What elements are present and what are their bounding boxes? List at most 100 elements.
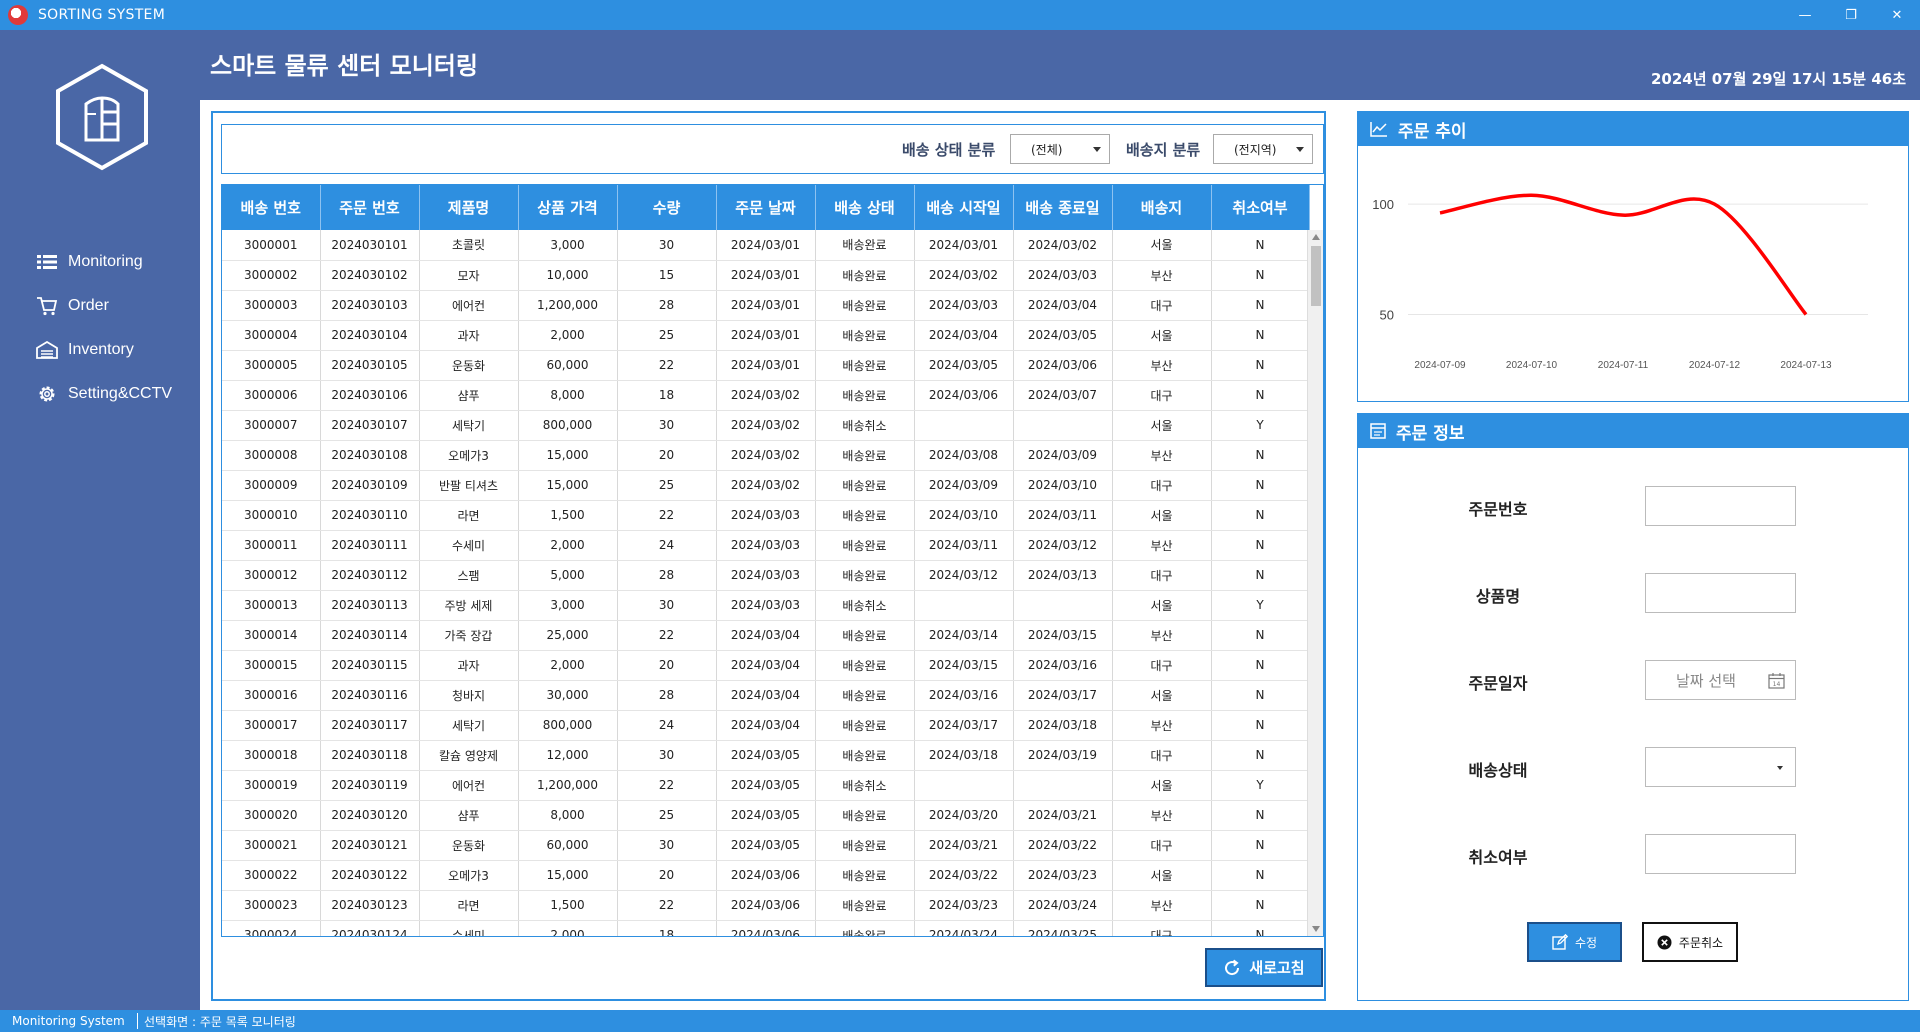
order-info-panel: 주문 정보 주문번호 상품명 주문일자 날짜 선택 14 배송상태 취소여부 — [1357, 413, 1909, 1001]
column-header[interactable]: 배송 상태 — [815, 185, 915, 230]
table-scrollbar[interactable] — [1307, 230, 1323, 936]
region-filter-select[interactable]: (전지역) — [1213, 134, 1313, 164]
table-cell: 2,000 — [518, 920, 618, 936]
table-cell: 2024030118 — [320, 740, 420, 771]
sidebar-item-order[interactable]: Order — [36, 284, 172, 328]
table-cell: 1,200,000 — [518, 290, 618, 321]
table-cell: 2024030110 — [320, 500, 420, 531]
table-cell: 2024/03/05 — [1013, 320, 1113, 351]
column-header[interactable]: 배송 종료일 — [1013, 185, 1113, 230]
column-header[interactable]: 배송 번호 — [222, 185, 321, 230]
table-row[interactable]: 3000024 2024030124 수세미 2,000 18 2024/03/06 배송완… — [222, 920, 1310, 936]
table-row[interactable]: 3000001 2024030101 초콜릿 3,000 30 2024/03/01 배송완… — [222, 230, 1310, 261]
status-label: 배송상태 — [1468, 761, 1528, 780]
column-header[interactable]: 수량 — [617, 185, 717, 230]
order-date-picker[interactable]: 날짜 선택 14 — [1645, 660, 1796, 700]
table-row[interactable]: 3000012 2024030112 스팸 5,000 28 2024/03/03 배송완료… — [222, 560, 1310, 591]
table-cell: 샴푸 — [419, 800, 519, 831]
table-cell: N — [1211, 260, 1310, 291]
table-cell: 20 — [617, 440, 717, 471]
table-cell: 반팔 티셔츠 — [419, 470, 519, 501]
table-cell: 2024/03/18 — [1013, 710, 1113, 741]
table-cell: 2024/03/19 — [1013, 740, 1113, 771]
refresh-button[interactable]: 새로고침 — [1205, 948, 1323, 987]
table-row[interactable]: 3000016 2024030116 청바지 30,000 28 2024/03/04 배송… — [222, 680, 1310, 711]
table-cell: 2024/03/06 — [914, 380, 1014, 411]
cancel-input[interactable] — [1645, 834, 1796, 874]
table-row[interactable]: 3000003 2024030103 에어컨 1,200,000 28 2024/03/0… — [222, 290, 1310, 321]
cancel-order-button[interactable]: 주문취소 — [1642, 922, 1738, 962]
table-cell: 2024030121 — [320, 830, 420, 861]
table-cell: 배송완료 — [815, 710, 915, 741]
column-header[interactable]: 제품명 — [419, 185, 519, 230]
table-cell: 2024/03/03 — [914, 290, 1014, 321]
table-cell: 2024/03/23 — [1013, 860, 1113, 891]
column-header[interactable]: 주문 날짜 — [716, 185, 816, 230]
table-row[interactable]: 3000021 2024030121 운동화 60,000 30 2024/03/05 배송… — [222, 830, 1310, 861]
scroll-up-icon[interactable] — [1312, 234, 1320, 240]
table-row[interactable]: 3000023 2024030123 라면 1,500 22 2024/03/06 배송완료… — [222, 890, 1310, 921]
table-row[interactable]: 3000005 2024030105 운동화 60,000 22 2024/03/01 배송… — [222, 350, 1310, 381]
column-header[interactable]: 배송지 — [1112, 185, 1212, 230]
sidebar-item-monitoring[interactable]: Monitoring — [36, 240, 172, 284]
table-row[interactable]: 3000007 2024030107 세탁기 800,000 30 2024/03/02 배… — [222, 410, 1310, 441]
table-cell: 2024/03/06 — [716, 860, 816, 891]
order-no-input[interactable] — [1645, 486, 1796, 526]
table-cell: 60,000 — [518, 350, 618, 381]
status-filter-select[interactable]: (전체) — [1010, 134, 1110, 164]
table-row[interactable]: 3000014 2024030114 가죽 장갑 25,000 22 2024/03/04… — [222, 620, 1310, 651]
table-row[interactable]: 3000008 2024030108 오메가3 15,000 20 2024/03/02 배… — [222, 440, 1310, 471]
column-header[interactable]: 취소여부 — [1211, 185, 1310, 230]
table-cell: 서울 — [1112, 410, 1212, 441]
table-cell: 2024030103 — [320, 290, 420, 321]
table-cell: 800,000 — [518, 410, 618, 441]
table-row[interactable]: 3000006 2024030106 샴푸 8,000 18 2024/03/02 배송완료… — [222, 380, 1310, 411]
table-row[interactable]: 3000002 2024030102 모자 10,000 15 2024/03/01 배송완… — [222, 260, 1310, 291]
table-cell: 20 — [617, 650, 717, 681]
column-header[interactable]: 상품 가격 — [518, 185, 618, 230]
scroll-thumb[interactable] — [1311, 246, 1321, 306]
table-cell: 3000016 — [222, 680, 321, 711]
order-trend-header: 주문 추이 — [1358, 112, 1908, 146]
order-table: 배송 번호 주문 번호 제품명 상품 가격 수량 주문 날짜 배송 상태 배송 시작일 배송 종… — [221, 184, 1324, 937]
sidebar-item-inventory[interactable]: Inventory — [36, 328, 172, 372]
table-cell: N — [1211, 740, 1310, 771]
table-cell — [914, 590, 1014, 621]
table-cell: 2024/03/18 — [914, 740, 1014, 771]
sidebar-item-setting-cctv[interactable]: Setting&CCTV — [36, 372, 172, 416]
table-row[interactable]: 3000018 2024030118 칼슘 영양제 12,000 30 2024/03/0… — [222, 740, 1310, 771]
table-row[interactable]: 3000015 2024030115 과자 2,000 20 2024/03/04 배송완료… — [222, 650, 1310, 681]
product-input[interactable] — [1645, 573, 1796, 613]
edit-button[interactable]: 수정 — [1527, 922, 1622, 962]
minimize-button[interactable]: — — [1782, 0, 1828, 30]
status-filter-value: (전체) — [1031, 142, 1063, 157]
date-placeholder: 날짜 선택 — [1676, 671, 1736, 690]
table-row[interactable]: 3000011 2024030111 수세미 2,000 24 2024/03/03 배송완… — [222, 530, 1310, 561]
table-cell: 2024030117 — [320, 710, 420, 741]
table-cell: 배송완료 — [815, 230, 915, 261]
cancel-label: 취소여부 — [1468, 848, 1528, 867]
close-button[interactable]: ✕ — [1874, 0, 1920, 30]
table-row[interactable]: 3000020 2024030120 샴푸 8,000 25 2024/03/05 배송완료… — [222, 800, 1310, 831]
table-cell: 8,000 — [518, 380, 618, 411]
table-row[interactable]: 3000022 2024030122 오메가3 15,000 20 2024/03/06 배… — [222, 860, 1310, 891]
status-divider — [137, 1013, 138, 1029]
table-row[interactable]: 3000017 2024030117 세탁기 800,000 24 2024/03/04 배… — [222, 710, 1310, 741]
scroll-down-icon[interactable] — [1312, 926, 1320, 932]
table-row[interactable]: 3000013 2024030113 주방 세제 3,000 30 2024/03/03 배… — [222, 590, 1310, 621]
table-cell — [1013, 590, 1113, 621]
table-row[interactable]: 3000004 2024030104 과자 2,000 25 2024/03/01 배송완료… — [222, 320, 1310, 351]
column-header[interactable]: 배송 시작일 — [914, 185, 1014, 230]
table-cell: 서울 — [1112, 320, 1212, 351]
chevron-down-icon — [1777, 766, 1783, 770]
status-bar: Monitoring System 선택화면 : 주문 목록 모니터링 — [0, 1010, 1920, 1032]
table-row[interactable]: 3000009 2024030109 반팔 티셔츠 15,000 25 2024/03/0… — [222, 470, 1310, 501]
calendar-icon[interactable]: 14 — [1768, 672, 1785, 693]
table-row[interactable]: 3000019 2024030119 에어컨 1,200,000 22 2024/03/0… — [222, 770, 1310, 801]
restore-button[interactable]: ❐ — [1828, 0, 1874, 30]
table-cell: 샴푸 — [419, 380, 519, 411]
status-select[interactable] — [1645, 747, 1796, 787]
table-row[interactable]: 3000010 2024030110 라면 1,500 22 2024/03/03 배송완료… — [222, 500, 1310, 531]
table-cell: 2024/03/05 — [914, 350, 1014, 381]
column-header[interactable]: 주문 번호 — [320, 185, 420, 230]
